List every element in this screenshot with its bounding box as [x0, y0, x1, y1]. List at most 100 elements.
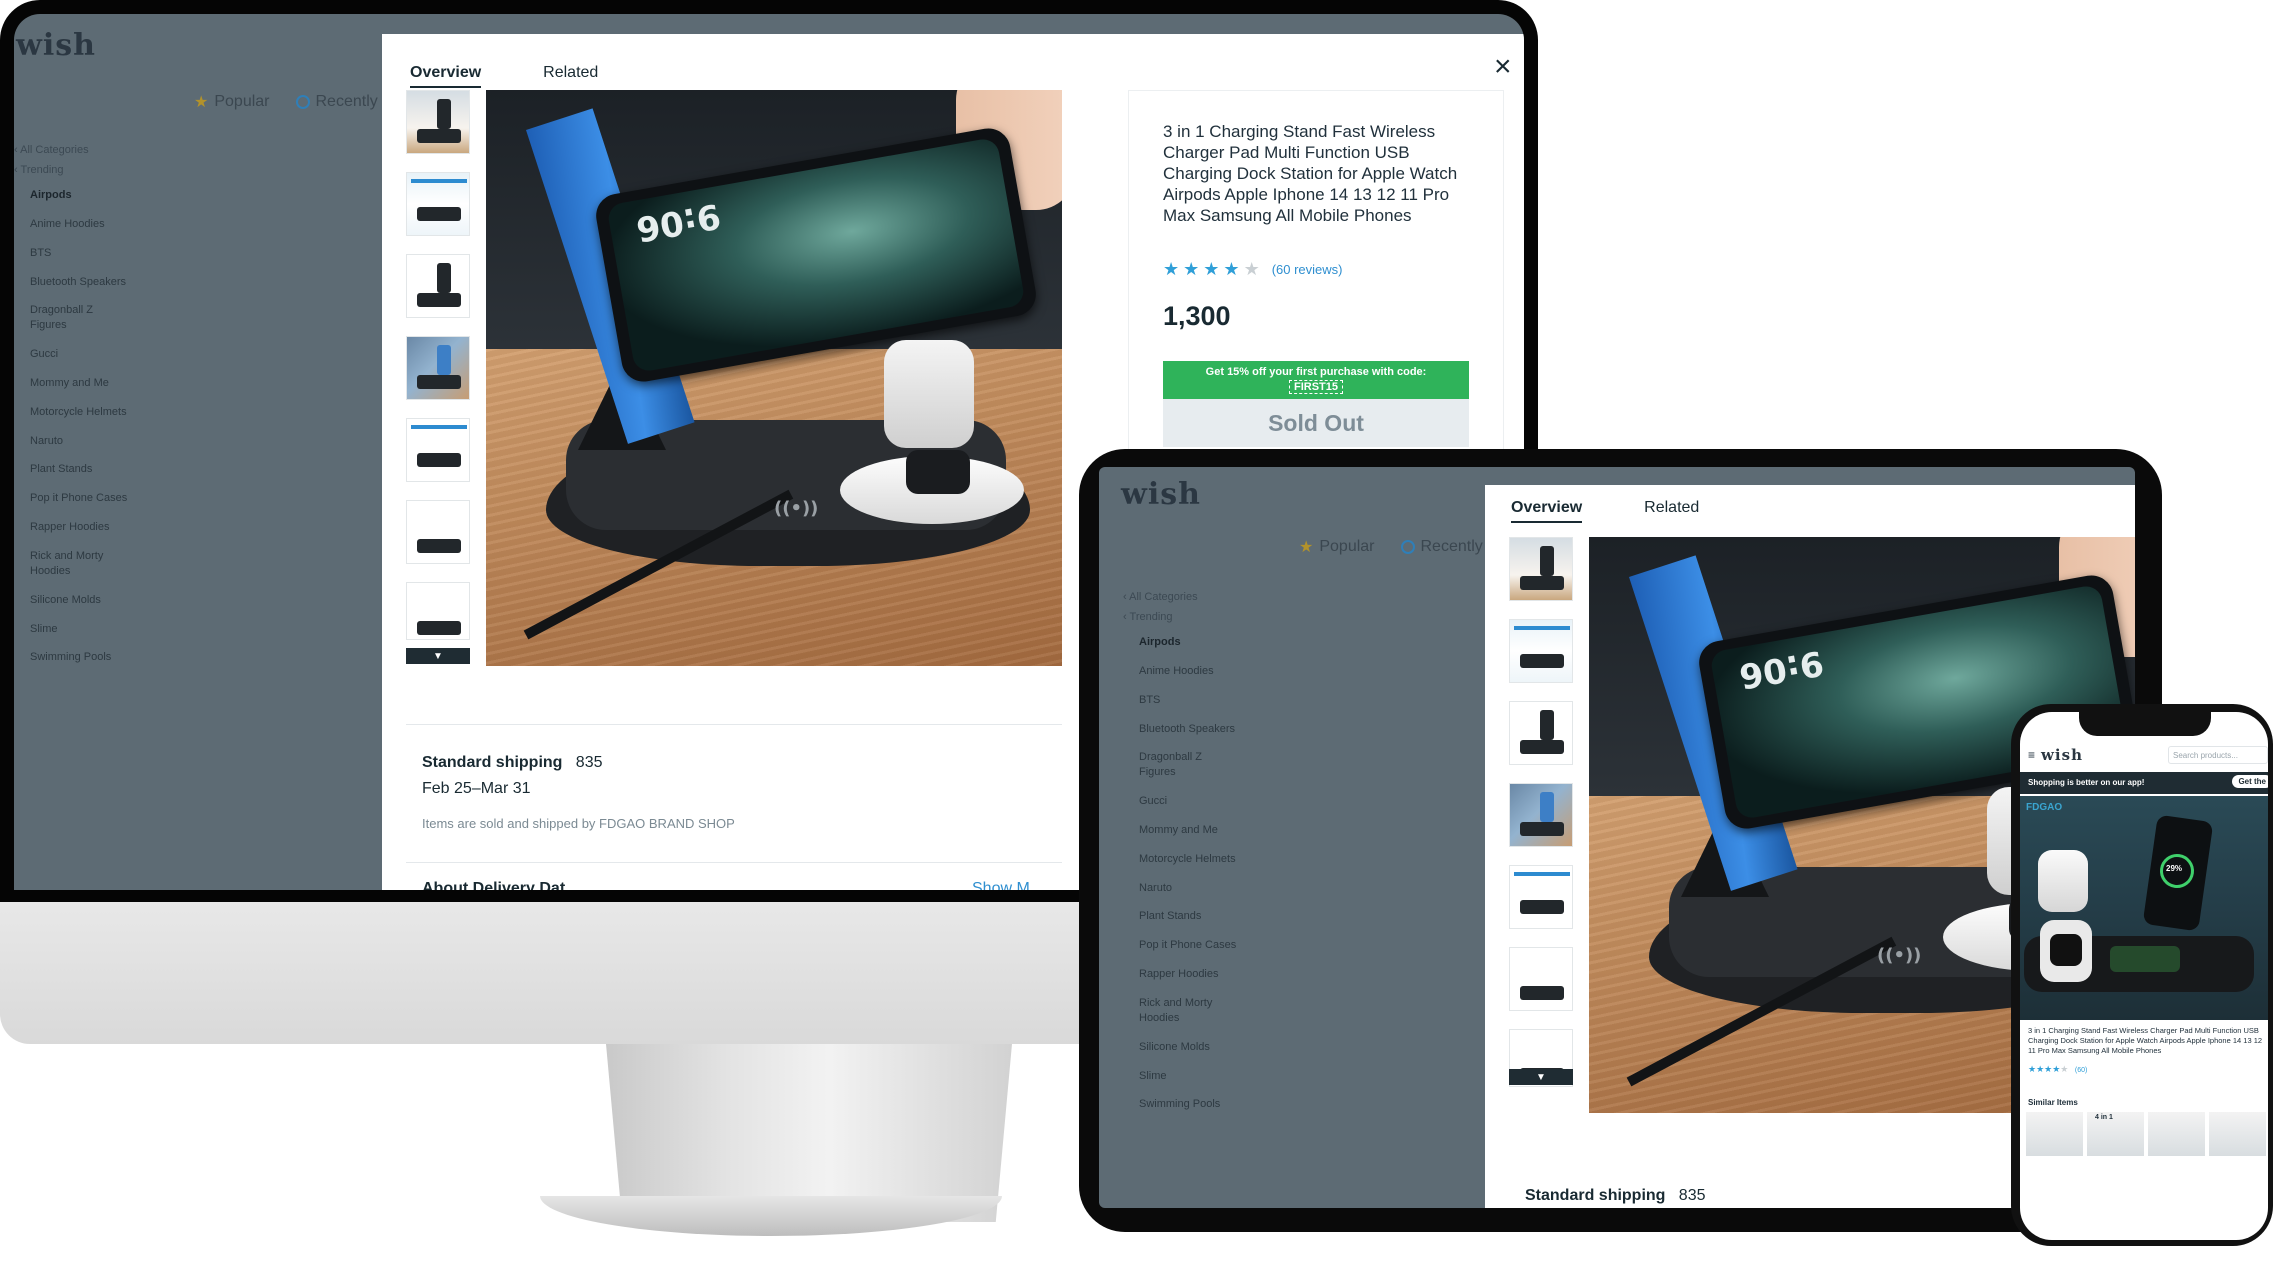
- category-item[interactable]: Silicone Molds: [30, 593, 130, 608]
- clock-icon: [1400, 540, 1415, 554]
- category-item[interactable]: Gucci: [1139, 794, 1239, 809]
- product-rating[interactable]: ★★★★★ (60): [2028, 1064, 2087, 1075]
- star-icon: ★: [194, 94, 209, 111]
- category-item[interactable]: Plant Stands: [1139, 909, 1239, 924]
- similar-item-tile[interactable]: [2209, 1112, 2266, 1156]
- category-item[interactable]: Naruto: [30, 434, 130, 449]
- close-icon[interactable]: ×: [1494, 52, 1512, 82]
- category-item[interactable]: Slime: [1139, 1069, 1239, 1084]
- thumbnail-scroll-down[interactable]: ▼: [406, 648, 470, 664]
- promo-text: Get 15% off your first purchase with cod…: [1205, 366, 1427, 378]
- thumbnail-2[interactable]: [1509, 619, 1573, 683]
- recently-tab[interactable]: Recently: [1400, 538, 1483, 556]
- thumbnail-3[interactable]: [406, 254, 470, 318]
- thumbnail-7[interactable]: [406, 582, 470, 640]
- category-item[interactable]: Silicone Molds: [1139, 1040, 1239, 1055]
- popular-tab[interactable]: ★ Popular: [194, 92, 270, 112]
- trending-link[interactable]: ‹ Trending: [14, 164, 164, 176]
- category-item[interactable]: Bluetooth Speakers: [30, 275, 130, 290]
- category-item[interactable]: Swimming Pools: [1139, 1097, 1239, 1112]
- category-list: Airpods Anime Hoodies BTS Bluetooth Speaker…: [1123, 635, 1273, 1112]
- category-item[interactable]: Airpods: [30, 188, 130, 203]
- tab-overview[interactable]: Overview: [410, 64, 482, 88]
- thumbnail-1[interactable]: [406, 90, 470, 154]
- thumbnail-scroll-down[interactable]: ▼: [1509, 1069, 1573, 1085]
- thumbnail-5[interactable]: [1509, 865, 1573, 929]
- thumbnail-accent: [1514, 626, 1570, 630]
- category-item[interactable]: BTS: [30, 246, 130, 261]
- thumbnail-6[interactable]: [406, 500, 470, 564]
- category-item[interactable]: Naruto: [1139, 881, 1239, 896]
- show-more-link[interactable]: Show M: [972, 880, 1030, 890]
- category-item[interactable]: Rapper Hoodies: [1139, 967, 1239, 982]
- category-item[interactable]: Rapper Hoodies: [30, 520, 130, 535]
- monitor-stand-foot: [540, 1196, 1002, 1236]
- all-categories-link[interactable]: ‹ All Categories: [14, 144, 164, 156]
- thumbnail-5[interactable]: [406, 418, 470, 482]
- product-main-image[interactable]: 9:06 ((•)): [486, 90, 1062, 666]
- promo-banner: Get 15% off your first purchase with cod…: [1163, 361, 1469, 399]
- category-item[interactable]: Anime Hoodies: [30, 217, 130, 232]
- thumbnail-product-shape: [1520, 986, 1564, 1000]
- product-price: 1,300: [1163, 301, 1231, 331]
- product-main-image[interactable]: FDGAO 29%: [2020, 796, 2268, 1020]
- product-rating[interactable]: ★ ★ ★ ★ ★ (60 reviews): [1163, 259, 1343, 280]
- thumbnail-product-shape: [417, 453, 461, 467]
- product-info-card: 3 in 1 Charging Stand Fast Wireless Char…: [1128, 90, 1504, 510]
- thumbnail-4[interactable]: [1509, 783, 1573, 847]
- category-item[interactable]: Mommy and Me: [30, 376, 130, 391]
- wish-logo[interactable]: wish: [1121, 477, 1201, 512]
- tab-related[interactable]: Related: [1644, 499, 1699, 517]
- all-categories-link[interactable]: ‹ All Categories: [1123, 591, 1273, 603]
- category-item[interactable]: Rick and Morty Hoodies: [30, 549, 130, 579]
- category-item[interactable]: Gucci: [30, 347, 130, 362]
- category-item[interactable]: Airpods: [1139, 635, 1239, 650]
- reviews-link[interactable]: (60 reviews): [1272, 262, 1343, 277]
- recently-tab[interactable]: Recently: [295, 93, 378, 111]
- search-input[interactable]: Search products...: [2168, 746, 2268, 764]
- category-item[interactable]: Slime: [30, 622, 130, 637]
- category-item[interactable]: Pop it Phone Cases: [30, 491, 130, 506]
- category-sidebar: ‹ All Categories ‹ Trending Airpods Anime…: [1123, 591, 1273, 1126]
- sold-out-button[interactable]: Sold Out: [1163, 399, 1469, 447]
- chevron-down-icon: ▼: [433, 650, 443, 662]
- thumbnail-1[interactable]: [1509, 537, 1573, 601]
- wish-logo[interactable]: wish: [2041, 746, 2083, 764]
- category-item[interactable]: Dragonball Z Figures: [30, 303, 130, 333]
- thumbnail-product-shape: [1520, 576, 1564, 590]
- sort-tabbar: ★ Popular Recently: [1299, 537, 1483, 557]
- category-item[interactable]: Anime Hoodies: [1139, 664, 1239, 679]
- thumbnail-6[interactable]: [1509, 947, 1573, 1011]
- category-item[interactable]: Plant Stands: [30, 462, 130, 477]
- reviews-link[interactable]: (60): [2075, 1067, 2087, 1074]
- category-item[interactable]: Motorcycle Helmets: [30, 405, 130, 420]
- menu-icon[interactable]: ≡: [2028, 748, 2035, 762]
- thumbnail-3[interactable]: [1509, 701, 1573, 765]
- popular-tab[interactable]: ★ Popular: [1299, 537, 1375, 557]
- category-item[interactable]: Mommy and Me: [1139, 823, 1239, 838]
- similar-item-tile[interactable]: [2026, 1112, 2083, 1156]
- tab-related[interactable]: Related: [543, 64, 598, 82]
- thumbnail-product-shape: [417, 207, 461, 221]
- similar-item-tile[interactable]: 4 in 1: [2087, 1112, 2144, 1156]
- category-sidebar: ‹ All Categories ‹ Trending Airpods Anime…: [14, 144, 164, 679]
- trending-label: Trending: [20, 164, 64, 176]
- shipping-label: Standard shipping: [422, 754, 563, 771]
- thumbnail-4[interactable]: [406, 336, 470, 400]
- category-item[interactable]: Swimming Pools: [30, 650, 130, 665]
- category-item[interactable]: Bluetooth Speakers: [1139, 722, 1239, 737]
- trending-label: Trending: [1129, 611, 1173, 623]
- tab-overview[interactable]: Overview: [1511, 499, 1583, 523]
- get-app-button[interactable]: Get the: [2232, 775, 2268, 788]
- category-item[interactable]: Motorcycle Helmets: [1139, 852, 1239, 867]
- category-item[interactable]: Pop it Phone Cases: [1139, 938, 1239, 953]
- similar-item-tile[interactable]: [2148, 1112, 2205, 1156]
- brand-tag: FDGAO: [2026, 802, 2063, 813]
- category-item[interactable]: Rick and Morty Hoodies: [1139, 996, 1239, 1026]
- star-filled-icon: ★★★★: [2028, 1064, 2061, 1074]
- trending-link[interactable]: ‹ Trending: [1123, 611, 1273, 623]
- category-item[interactable]: BTS: [1139, 693, 1239, 708]
- wish-logo[interactable]: wish: [16, 28, 96, 63]
- category-item[interactable]: Dragonball Z Figures: [1139, 750, 1239, 780]
- thumbnail-2[interactable]: [406, 172, 470, 236]
